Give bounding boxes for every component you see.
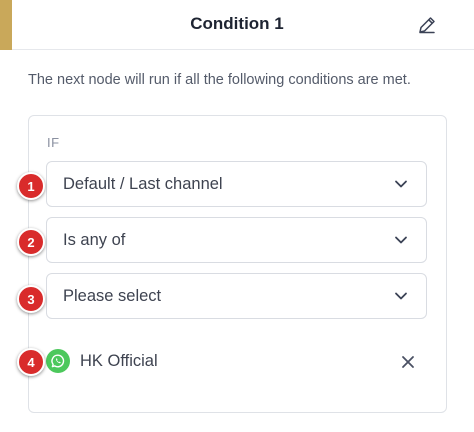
step-badge-4: 4 [17, 348, 45, 376]
step-badge-2: 2 [17, 228, 45, 256]
step-badge-1: 1 [17, 172, 45, 200]
panel-title: Condition 1 [190, 14, 284, 33]
chevron-down-icon [395, 292, 407, 300]
operator-select-value: Is any of [63, 231, 126, 249]
selected-channel-chip: HK Official [46, 347, 427, 377]
value-select[interactable]: Please select [46, 273, 427, 319]
step-badge-3: 3 [17, 285, 45, 313]
edit-title-button[interactable] [414, 12, 440, 38]
condition-panel: Condition 1 The next node will run if al… [0, 0, 474, 432]
chevron-down-icon [395, 180, 407, 188]
channel-select-value: Default / Last channel [63, 175, 223, 193]
condition-description: The next node will run if all the follow… [28, 72, 411, 88]
close-icon[interactable] [399, 353, 417, 371]
channel-name: HK Official [80, 352, 158, 370]
if-label: IF [47, 135, 60, 150]
pencil-icon [419, 17, 435, 34]
whatsapp-icon [46, 349, 70, 373]
chevron-down-icon [395, 236, 407, 244]
value-select-placeholder: Please select [63, 287, 162, 305]
channel-select[interactable]: Default / Last channel [46, 161, 427, 207]
panel-header: Condition 1 [0, 0, 474, 50]
operator-select[interactable]: Is any of [46, 217, 427, 263]
